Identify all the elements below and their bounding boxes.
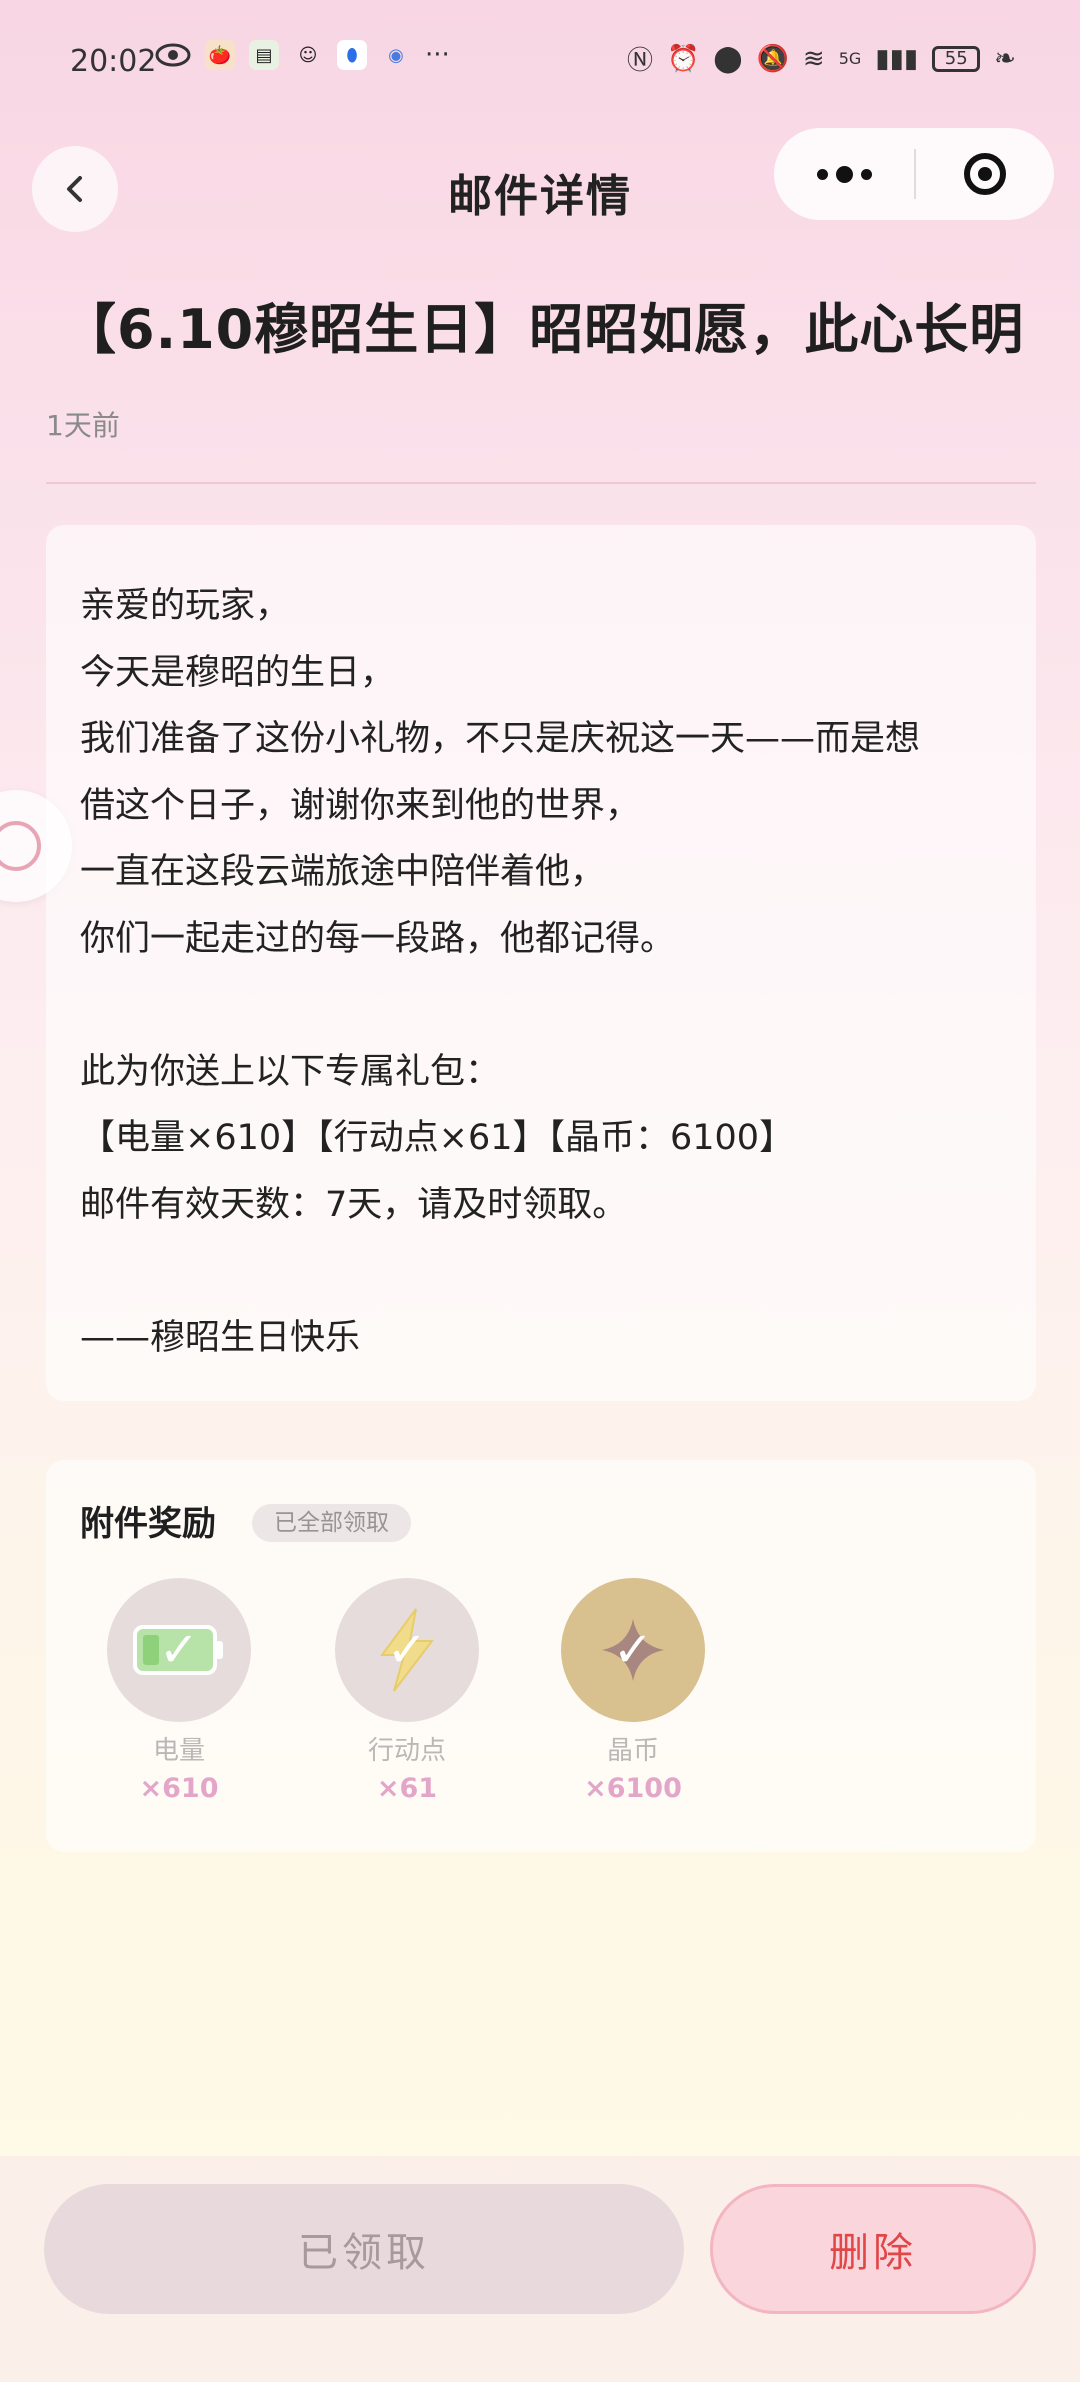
claimed-all-badge: 已全部领取: [252, 1504, 411, 1542]
body-line: [80, 972, 1002, 1039]
body-line: 我们准备了这份小礼物，不只是庆祝这一天——而是想: [80, 719, 921, 759]
blue-app-icon: ⬮: [337, 40, 367, 70]
nfc-icon: Ⓝ: [627, 46, 654, 76]
body-line: 借这个日子，谢谢你来到他的世界，: [80, 785, 641, 826]
battery-level: 55: [944, 48, 968, 69]
status-bar: 20:02 🍅 ▤ ☺ ⬮ ◉ ··· Ⓝ ⏰ ⬤ 🔕 ≋ 5G ▮▮▮ 55 …: [0, 0, 1080, 120]
leaf-icon: ❧: [994, 43, 1016, 74]
body-line: [80, 1238, 1002, 1305]
mini-program-capsule: [774, 128, 1054, 220]
reward-qty: ×6100: [584, 1773, 682, 1804]
small-app-icon: ◉: [388, 44, 404, 66]
body-line: 今天是穆昭的生日，: [80, 652, 396, 693]
more-notifications-icon: ···: [425, 40, 450, 70]
reward-name: 晶币: [606, 1736, 659, 1766]
wallet-app-icon: ▤: [249, 40, 279, 70]
mail-body: 亲爱的玩家， 今天是穆昭的生日， 我们准备了这份小礼物，不只是庆祝这一天——而是…: [46, 525, 1036, 1401]
eye-icon: [155, 43, 191, 67]
body-line: ——穆昭生日快乐: [80, 1317, 361, 1358]
attachment-title: 附件奖励: [80, 1504, 216, 1544]
battery-icon: 55: [932, 45, 981, 72]
tomato-app-icon: 🍅: [205, 40, 235, 70]
body-line: 邮件有效天数：7天，请及时领取。: [80, 1184, 628, 1225]
body-line: 你们一起走过的每一段路，他都记得。: [80, 918, 676, 959]
body-line: 【电量×610】【行动点×61】【晶币：6100】: [80, 1118, 795, 1158]
wifi-icon: ≋: [802, 43, 825, 74]
reward-qty: ×61: [376, 1773, 438, 1804]
reward-circle: ✓: [561, 1578, 705, 1722]
reward-qty: ×610: [139, 1773, 219, 1804]
reward-item-battery[interactable]: ✓ 电量 ×610: [104, 1578, 254, 1804]
reward-circle: ✓: [107, 1578, 251, 1722]
more-dot-icon: [860, 168, 872, 180]
claimed-button[interactable]: 已领取: [44, 2184, 684, 2314]
network-label: 5G: [838, 49, 862, 68]
notification-icons: 🍅 ▤ ☺ ⬮ ◉ ···: [155, 40, 450, 70]
status-time: 20:02: [70, 44, 157, 79]
target-icon: [964, 153, 1006, 195]
assistant-icon: [0, 821, 41, 871]
close-mini-program-button[interactable]: [916, 128, 1054, 220]
location-icon: ⬤: [713, 43, 743, 74]
mail-time: 1天前: [46, 409, 120, 442]
more-button[interactable]: [774, 128, 914, 220]
reward-name: 电量: [152, 1736, 205, 1766]
body-line: 此为你送上以下专属礼包：: [80, 1051, 501, 1092]
divider: [46, 482, 1036, 484]
delete-button[interactable]: 删除: [710, 2184, 1036, 2314]
reward-item-crystal-coin[interactable]: ✓ 晶币 ×6100: [558, 1578, 708, 1804]
check-icon: ✓: [612, 1622, 654, 1678]
mail-title: 【6.10穆昭生日】昭昭如愿，此心长明: [62, 298, 1025, 361]
system-icons: Ⓝ ⏰ ⬤ 🔕 ≋ 5G ▮▮▮ 55 ❧: [627, 40, 1016, 77]
reward-item-action-points[interactable]: ✓ 行动点 ×61: [332, 1578, 482, 1804]
body-line: 一直在这段云端旅途中陪伴着他，: [80, 852, 606, 892]
signal-icon: ▮▮▮: [875, 43, 919, 74]
bot-app-icon: ☺: [298, 44, 318, 66]
body-line: 亲爱的玩家，: [80, 586, 291, 626]
more-dot-icon: [835, 165, 853, 183]
alarm-icon: ⏰: [667, 43, 700, 74]
check-icon: ✓: [386, 1622, 428, 1678]
more-dot-icon: [816, 168, 828, 180]
reward-name: 行动点: [367, 1736, 446, 1766]
attachment-card: 附件奖励 已全部领取 ✓ 电量 ×610 ✓ 行动点 ×61 ✓ 晶币 ×610…: [46, 1460, 1036, 1852]
check-icon: ✓: [158, 1622, 200, 1678]
mute-icon: 🔕: [756, 43, 789, 74]
reward-circle: ✓: [335, 1578, 479, 1722]
